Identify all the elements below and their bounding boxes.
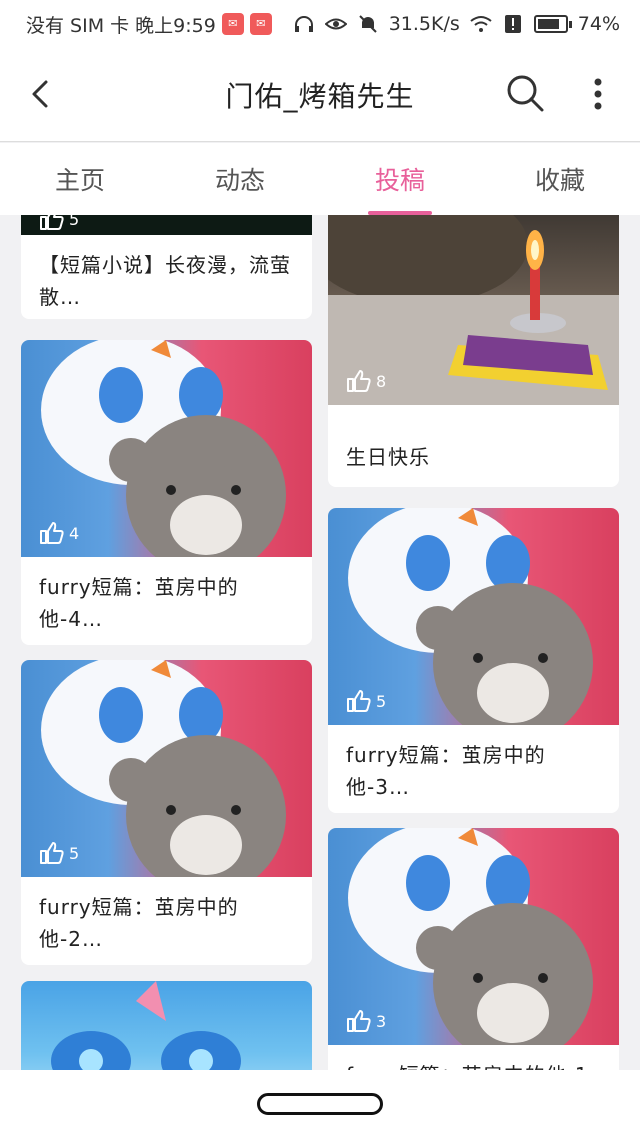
top-app-bar: 门佑_烤箱先生 — [0, 48, 640, 142]
app-notification-icon-2: ✉ — [249, 13, 272, 35]
post-thumbnail: 3 — [328, 828, 619, 1045]
thumbs-up-icon — [40, 522, 64, 544]
alert-icon — [504, 15, 521, 33]
app-notification-icon: ✉ — [221, 13, 244, 35]
headphones-icon — [294, 16, 313, 32]
clock: 晚上9:59 — [135, 14, 216, 37]
submission-feed[interactable]: 5 【短篇小说】长夜漫，流萤散… 4 furry短篇：茧房中的他-4… 5 fu… — [0, 215, 640, 1070]
eye-icon — [324, 18, 347, 30]
post-card[interactable]: 5 furry短篇：茧房中的他-3… — [328, 508, 619, 813]
like-count: 4 — [39, 521, 79, 545]
post-title: 【短篇小说】长夜漫，流萤散… — [39, 253, 291, 309]
post-thumbnail: 5 — [21, 215, 312, 235]
tab-favorites[interactable]: 收藏 — [480, 143, 640, 215]
post-card[interactable]: 3 furry短篇：茧房中的他-1 — [328, 828, 619, 1070]
thumbs-up-icon — [40, 842, 64, 864]
post-card[interactable]: 5 furry短篇：茧房中的他-2… — [21, 660, 312, 965]
post-thumbnail — [21, 981, 312, 1070]
battery-icon — [533, 15, 572, 33]
more-vertical-icon[interactable] — [588, 76, 608, 112]
like-count: 8 — [346, 369, 386, 393]
thumbs-up-icon — [347, 690, 371, 712]
thumbs-up-icon — [40, 215, 64, 230]
post-card[interactable]: 4 furry短篇：茧房中的他-4… — [21, 340, 312, 645]
post-thumbnail: 8 — [328, 215, 619, 405]
like-count: 5 — [346, 689, 386, 713]
thumbs-up-icon — [347, 370, 371, 392]
status-bar: 没有 SIM 卡 晚上9:59 ✉ ✉ 31.5K/s 74% — [0, 0, 640, 48]
like-count: 5 — [39, 841, 79, 865]
post-thumbnail: 5 — [21, 660, 312, 877]
post-title: furry短篇：茧房中的他-1 — [328, 1045, 619, 1070]
carrier-text: 没有 SIM 卡 — [26, 14, 130, 37]
profile-tabs: 主页 动态 投稿 收藏 — [0, 143, 640, 215]
post-title: furry短篇：茧房中的他-3… — [346, 743, 546, 799]
mute-bell-icon — [358, 15, 377, 33]
network-speed: 31.5K/s — [388, 13, 460, 35]
post-thumbnail: 5 — [328, 508, 619, 725]
tab-moments[interactable]: 动态 — [160, 143, 320, 215]
post-card[interactable] — [21, 981, 312, 1070]
tab-home[interactable]: 主页 — [0, 143, 160, 215]
search-icon[interactable] — [504, 72, 546, 114]
like-count: 5 — [39, 215, 79, 231]
home-gesture-bar[interactable] — [257, 1093, 383, 1115]
tab-submissions[interactable]: 投稿 — [320, 143, 480, 215]
post-card[interactable]: 5 【短篇小说】长夜漫，流萤散… — [21, 215, 312, 319]
system-nav-bar — [0, 1070, 640, 1138]
thumbs-up-icon — [347, 1010, 371, 1032]
post-card[interactable]: 8 生日快乐 — [328, 215, 619, 487]
like-count: 3 — [346, 1009, 386, 1033]
battery-percent: 74% — [577, 13, 620, 35]
post-title: 生日快乐 — [346, 445, 430, 469]
post-title: furry短篇：茧房中的他-4… — [39, 575, 239, 631]
post-title: furry短篇：茧房中的他-2… — [39, 895, 239, 951]
blue-character-artwork — [51, 981, 241, 1070]
wifi-icon — [470, 16, 492, 32]
post-thumbnail: 4 — [21, 340, 312, 557]
back-arrow-icon[interactable] — [24, 76, 60, 112]
